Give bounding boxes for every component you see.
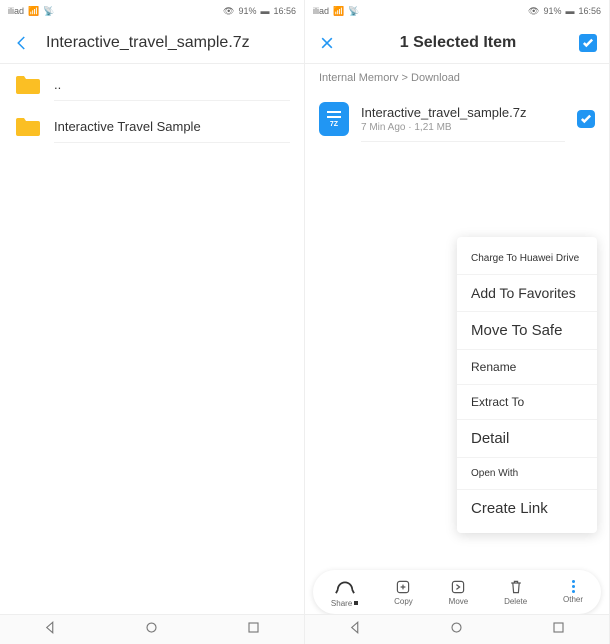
- menu-add-favorites[interactable]: Add To Favorites: [457, 275, 597, 312]
- file-list: 7Z Interactive_travel_sample.7z 7 Min Ag…: [305, 92, 609, 644]
- nav-home-icon[interactable]: [144, 620, 159, 640]
- copy-icon: [395, 579, 411, 595]
- copy-button[interactable]: Copy: [394, 579, 413, 606]
- file-list: .. Interactive Travel Sample: [0, 64, 304, 644]
- battery-bar-icon: ▬: [565, 6, 574, 16]
- share-icon: [334, 577, 356, 597]
- menu-detail[interactable]: Detail: [457, 420, 597, 458]
- signal-icon: 📶: [28, 6, 39, 17]
- menu-rename[interactable]: Rename: [457, 350, 597, 385]
- header: Interactive_travel_sample.7z: [0, 22, 304, 64]
- item-checkbox[interactable]: [577, 110, 595, 128]
- trash-icon: [508, 579, 524, 595]
- other-button[interactable]: Other: [563, 580, 583, 604]
- context-menu: Charge To Huawei Drive Add To Favorites …: [457, 237, 597, 533]
- nav-back-icon[interactable]: [348, 620, 363, 640]
- delete-button[interactable]: Delete: [504, 579, 527, 606]
- action-bar: Share Copy Move Delete Other: [313, 570, 601, 614]
- move-button[interactable]: Move: [449, 579, 469, 606]
- nav-recents-icon[interactable]: [246, 620, 261, 640]
- status-bar: iliad 📶 📡 👁 91% ▬ 16:56: [0, 0, 304, 22]
- back-arrow-icon[interactable]: [12, 33, 32, 53]
- nav-recents-icon[interactable]: [551, 620, 566, 640]
- menu-move-safe[interactable]: Move To Safe: [457, 312, 597, 350]
- breadcrumb[interactable]: Internal Memorv > Download: [305, 64, 609, 92]
- item-name: Interactive Travel Sample: [54, 119, 290, 134]
- right-screen: iliad 📶 📡 👁 91% ▬ 16:56 1 Selected Item …: [305, 0, 610, 644]
- android-nav-bar: [0, 614, 304, 644]
- share-button[interactable]: Share: [331, 577, 358, 608]
- file-name: Interactive_travel_sample.7z: [361, 105, 565, 120]
- battery-pct: 91%: [238, 6, 256, 16]
- select-all-checkbox[interactable]: [579, 34, 597, 52]
- clock: 16:56: [578, 6, 601, 16]
- battery-bar-icon: ▬: [260, 6, 269, 16]
- page-title: Interactive_travel_sample.7z: [46, 34, 292, 52]
- menu-open-with[interactable]: Open With: [457, 458, 597, 490]
- move-icon: [450, 579, 466, 595]
- left-screen: iliad 📶 📡 👁 91% ▬ 16:56 Interactive_trav…: [0, 0, 305, 644]
- list-item-folder[interactable]: Interactive Travel Sample: [0, 106, 304, 148]
- header: 1 Selected Item: [305, 22, 609, 64]
- battery-icon: 👁: [223, 6, 234, 17]
- battery-pct: 91%: [543, 6, 561, 16]
- list-item-file[interactable]: 7Z Interactive_travel_sample.7z 7 Min Ag…: [305, 92, 609, 146]
- file-ext-label: 7Z: [330, 121, 338, 128]
- list-item-parent[interactable]: ..: [0, 64, 304, 106]
- carrier-label: iliad: [8, 6, 24, 16]
- page-title: 1 Selected Item: [351, 34, 565, 52]
- menu-charge-drive[interactable]: Charge To Huawei Drive: [457, 243, 597, 275]
- menu-create-link[interactable]: Create Link: [457, 490, 597, 527]
- nav-home-icon[interactable]: [449, 620, 464, 640]
- folder-icon: [14, 74, 42, 96]
- archive-file-icon: 7Z: [319, 102, 349, 136]
- item-name: ..: [54, 77, 290, 92]
- close-icon[interactable]: [317, 33, 337, 53]
- menu-extract[interactable]: Extract To: [457, 385, 597, 420]
- android-nav-bar: [305, 614, 609, 644]
- signal-icon: 📶: [333, 6, 344, 17]
- clock: 16:56: [273, 6, 296, 16]
- nav-back-icon[interactable]: [43, 620, 58, 640]
- carrier-label: iliad: [313, 6, 329, 16]
- folder-icon: [14, 116, 42, 138]
- wifi-icon: 📡: [348, 6, 359, 17]
- wifi-icon: 📡: [43, 6, 54, 17]
- file-meta: 7 Min Ago · 1,21 MB: [361, 122, 565, 133]
- status-bar: iliad 📶 📡 👁 91% ▬ 16:56: [305, 0, 609, 22]
- battery-icon: 👁: [528, 6, 539, 17]
- more-dots-icon: [572, 580, 575, 593]
